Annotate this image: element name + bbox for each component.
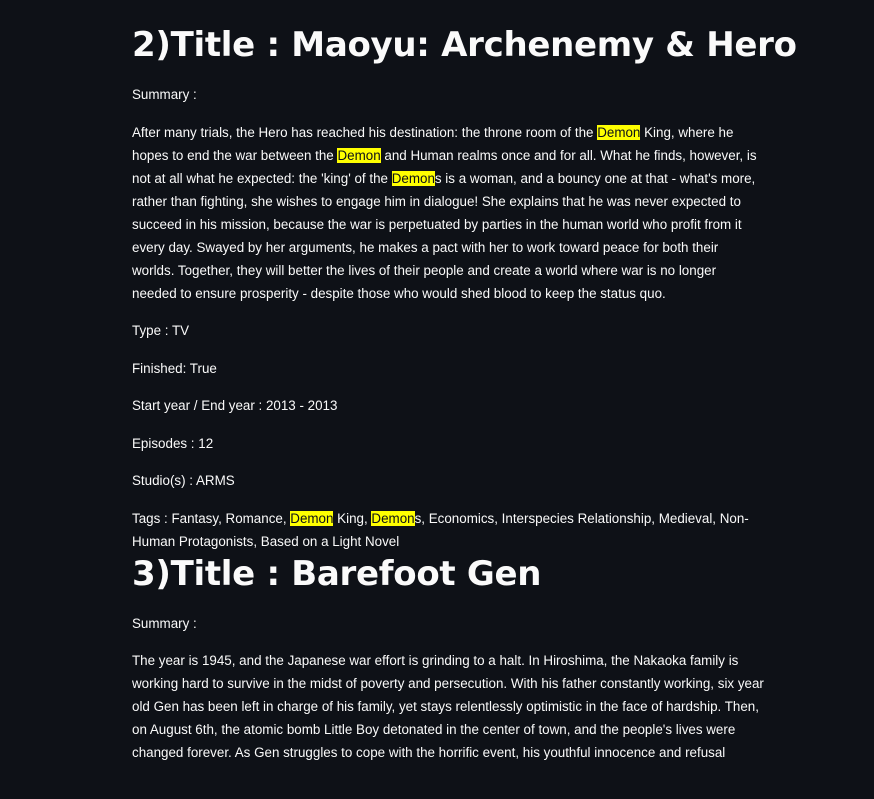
years-line: Start year / End year : 2013 - 2013 <box>132 398 338 413</box>
text-segment: Tags : Fantasy, Romance, <box>132 510 291 526</box>
text-segment: s is a woman, and a bouncy one at that -… <box>132 170 756 301</box>
studio-line: Studio(s) : ARMS <box>132 473 235 488</box>
text-segment: King, <box>333 510 372 526</box>
finished-line: Finished: True <box>132 360 217 376</box>
search-highlight: Demon <box>597 124 641 140</box>
text-segment: After many trials, the Hero has reached … <box>132 124 598 140</box>
results-column: 2)Title : Maoyu: Archenemy & Hero Summar… <box>132 24 797 764</box>
summary-text: The year is 1945, and the Japanese war e… <box>132 653 764 760</box>
entry-title: 3)Title : Barefoot Gen <box>132 553 542 594</box>
episodes-line: Episodes : 12 <box>132 435 214 451</box>
type-line: Type : TV <box>132 323 190 338</box>
summary-label: Summary : <box>132 87 197 102</box>
search-results-page: 2)Title : Maoyu: Archenemy & Hero Summar… <box>0 0 874 799</box>
search-highlight: Demon <box>337 147 381 163</box>
search-highlight: Demon <box>290 510 334 526</box>
search-highlight: Demon <box>371 510 415 526</box>
tags-line: Tags : Fantasy, Romance, Demon King, Dem… <box>132 507 764 553</box>
summary-label: Summary : <box>132 615 197 631</box>
search-highlight: Demon <box>391 170 435 186</box>
entry-title: 2)Title : Maoyu: Archenemy & Hero <box>132 25 797 65</box>
summary-text: After many trials, the Hero has reached … <box>132 121 764 305</box>
